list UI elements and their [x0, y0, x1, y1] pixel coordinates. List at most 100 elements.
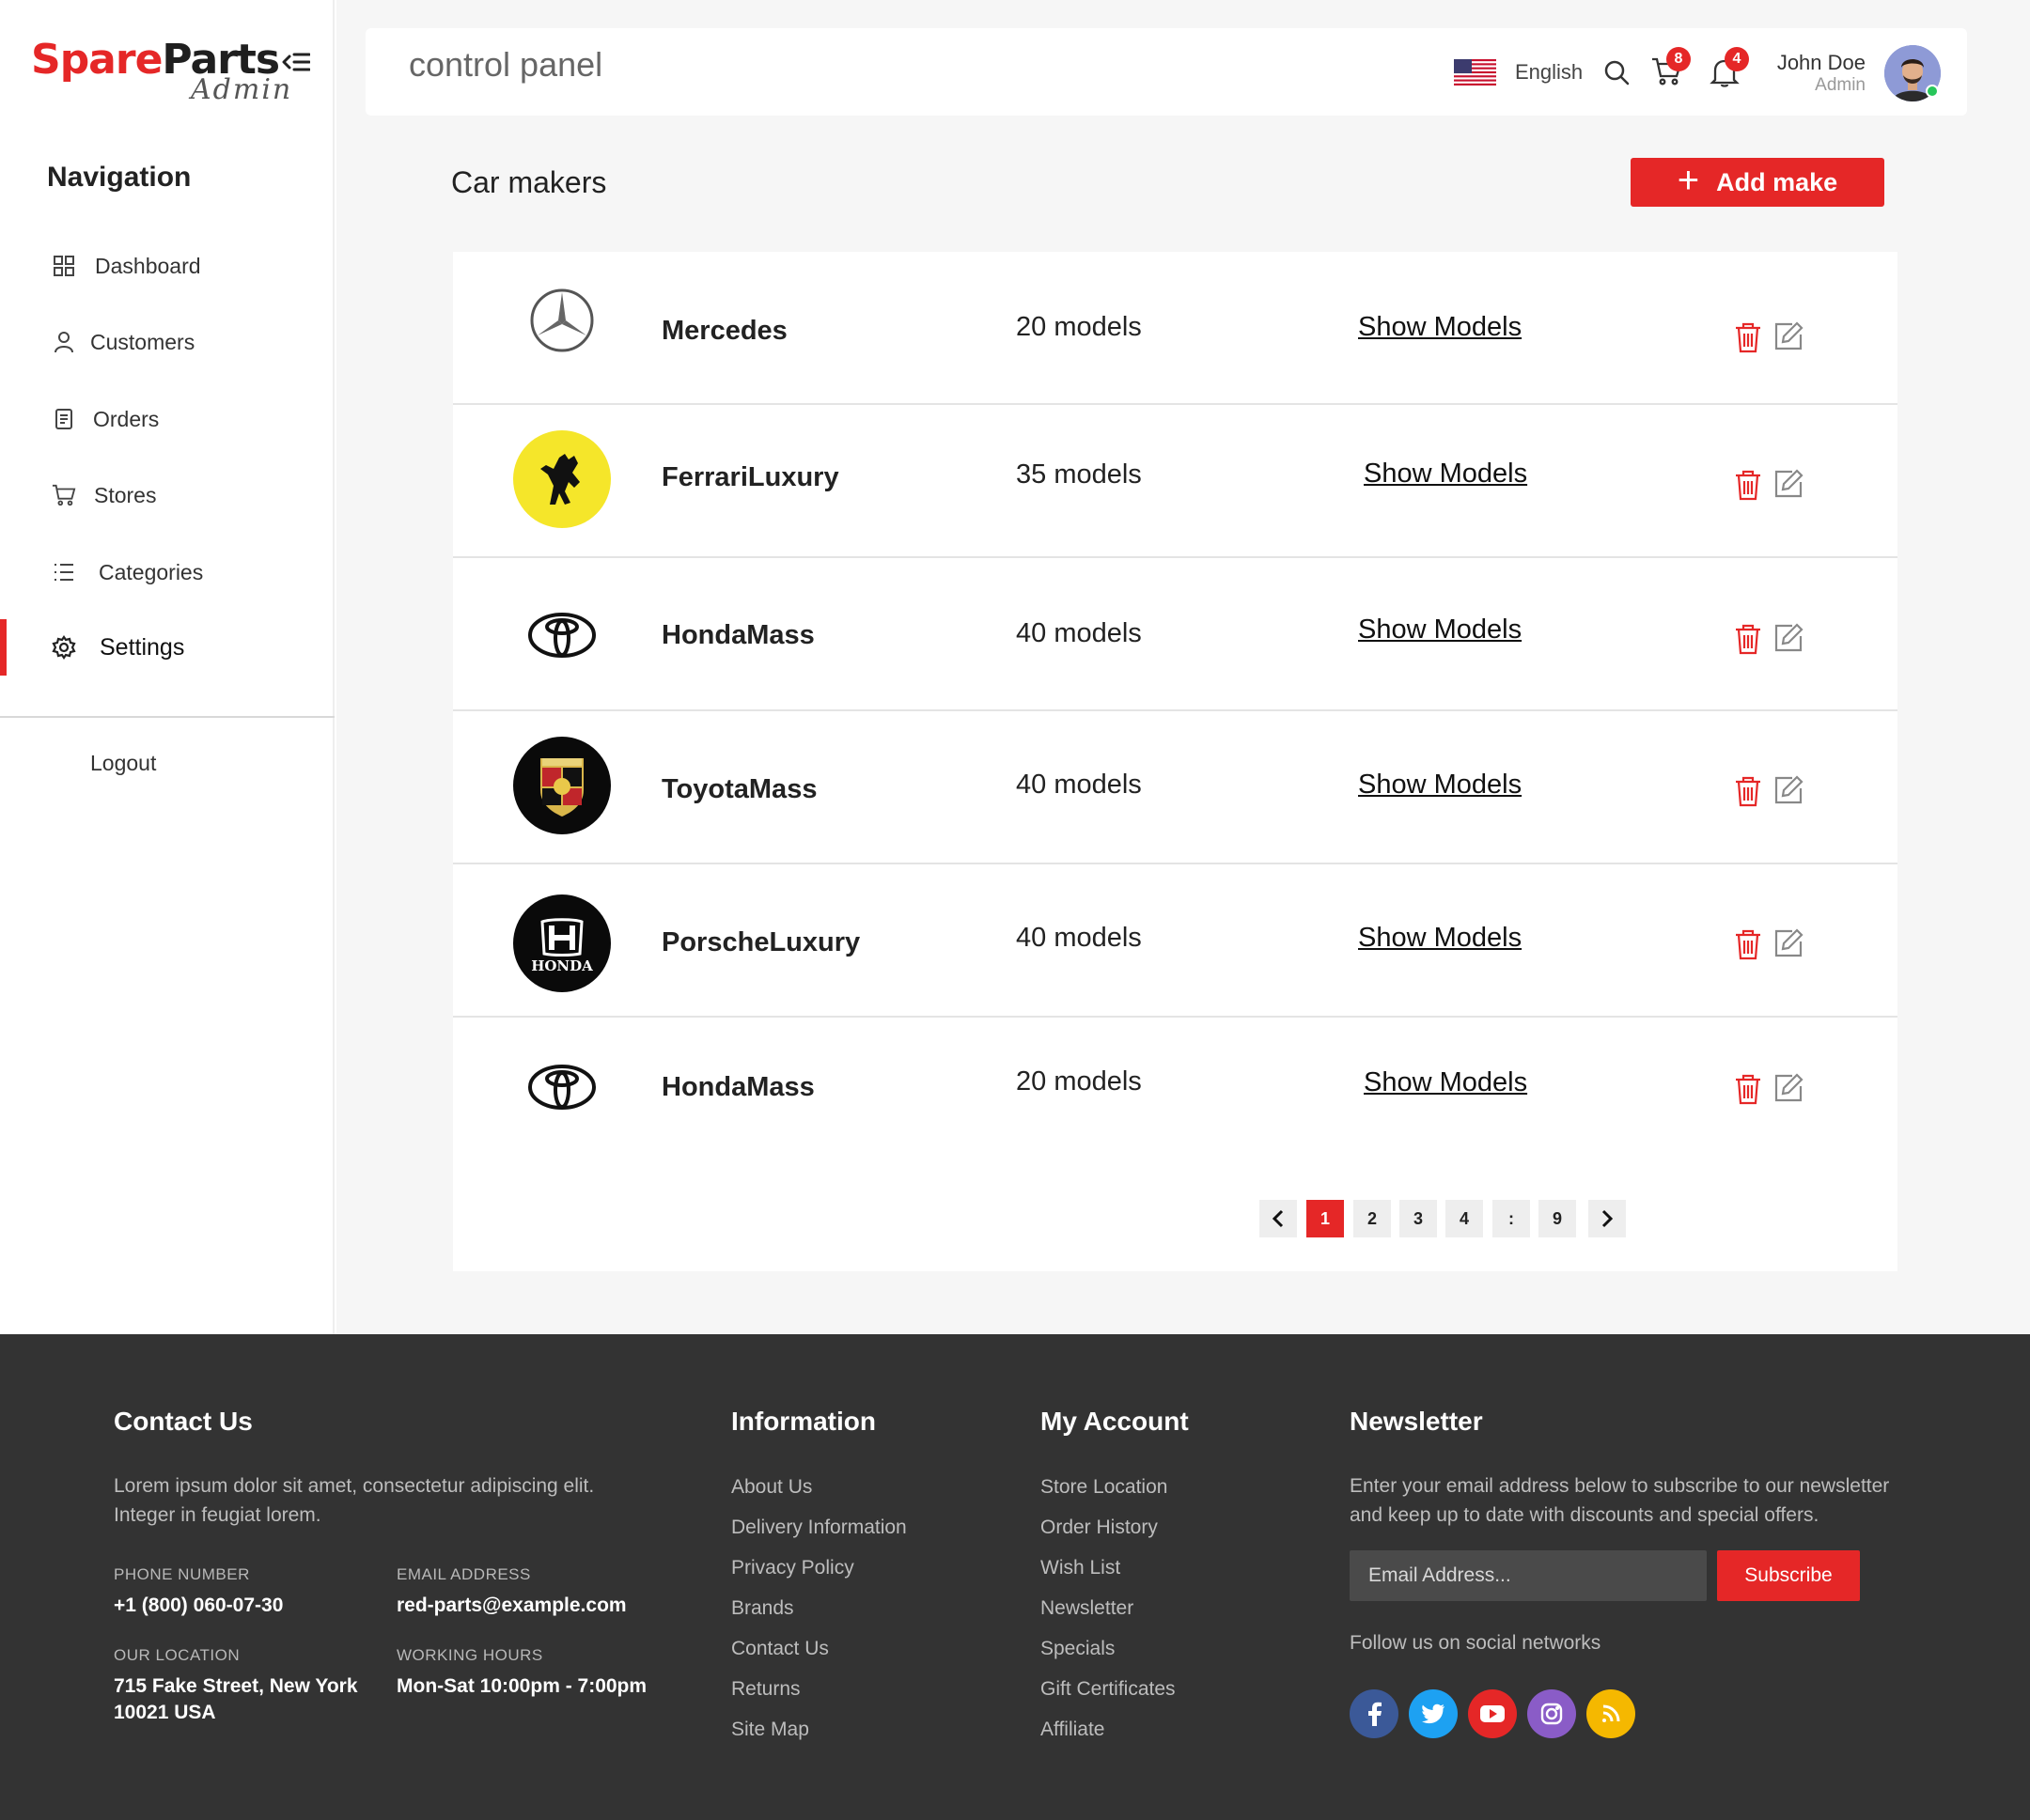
search-icon[interactable] — [1602, 58, 1634, 90]
sidebar-item-categories[interactable]: Categories — [0, 544, 335, 600]
brand-logo[interactable]: SpareParts Admin — [31, 36, 290, 106]
footer-link[interactable]: Contact Us — [731, 1638, 829, 1660]
footer: Contact Us Lorem ipsum dolor sit amet, c… — [0, 1334, 2030, 1820]
page-button-3[interactable]: 3 — [1399, 1200, 1437, 1237]
edit-icon[interactable] — [1773, 928, 1805, 960]
trash-icon[interactable] — [1733, 468, 1765, 502]
edit-icon[interactable] — [1773, 469, 1805, 501]
sidebar-item-dashboard[interactable]: Dashboard — [0, 238, 335, 294]
show-models-link[interactable]: Show Models — [1358, 312, 1522, 343]
page-button-2[interactable]: 2 — [1353, 1200, 1391, 1237]
footer-link[interactable]: Wish List — [1040, 1557, 1120, 1579]
make-name: HondaMass — [662, 1072, 815, 1102]
models-count: 40 models — [1016, 618, 1142, 648]
subscribe-button[interactable]: Subscribe — [1717, 1550, 1860, 1601]
show-models-link[interactable]: Show Models — [1358, 770, 1522, 801]
gear-icon — [52, 635, 76, 660]
footer-link[interactable]: Store Location — [1040, 1476, 1167, 1499]
us-flag-icon[interactable] — [1454, 59, 1496, 86]
youtube-icon[interactable] — [1468, 1689, 1517, 1738]
sidebar-item-settings[interactable]: Settings — [0, 619, 335, 676]
phone-value: +1 (800) 060-07-30 — [114, 1594, 284, 1616]
sidebar-item-customers[interactable]: Customers — [0, 314, 335, 370]
user-icon — [52, 330, 76, 354]
prev-page-button[interactable] — [1259, 1200, 1297, 1237]
user-name[interactable]: John Doe — [1772, 51, 1866, 75]
page-button-1[interactable]: 1 — [1306, 1200, 1344, 1237]
twitter-icon[interactable] — [1409, 1689, 1458, 1738]
trash-icon[interactable] — [1733, 1072, 1765, 1106]
models-count: 40 models — [1016, 770, 1142, 800]
footer-link[interactable]: Specials — [1040, 1638, 1115, 1660]
control-panel-title: control panel — [409, 45, 603, 84]
honda-logo-text: HONDA — [531, 957, 593, 974]
logout-link[interactable]: Logout — [90, 751, 156, 776]
rss-icon[interactable] — [1586, 1689, 1635, 1738]
cart-icon — [52, 483, 76, 507]
edit-icon[interactable] — [1773, 321, 1805, 353]
porsche-logo — [511, 735, 613, 836]
trash-icon[interactable] — [1733, 927, 1765, 961]
hours-label: WORKING HOURS — [397, 1646, 543, 1664]
sidebar-item-orders[interactable]: Orders — [0, 391, 335, 447]
page-button-9[interactable]: 9 — [1538, 1200, 1576, 1237]
table-row: Mercedes 20 models Show Models — [453, 252, 1897, 405]
make-name: FerrariLuxury — [662, 462, 839, 492]
sidebar-item-stores[interactable]: Stores — [0, 467, 335, 523]
footer-link[interactable]: Returns — [731, 1678, 801, 1701]
footer-link[interactable]: Privacy Policy — [731, 1557, 854, 1579]
trash-icon[interactable] — [1733, 622, 1765, 656]
footer-link[interactable]: Delivery Information — [731, 1517, 907, 1539]
edit-icon[interactable] — [1773, 623, 1805, 655]
car-makers-table: Mercedes 20 models Show Models FerrariLu… — [453, 252, 1897, 1271]
facebook-icon[interactable] — [1350, 1689, 1398, 1738]
language-selector[interactable]: English — [1515, 60, 1583, 85]
location-value: 715 Fake Street, New York — [114, 1675, 358, 1697]
trash-icon[interactable] — [1733, 774, 1765, 808]
edit-icon[interactable] — [1773, 1073, 1805, 1105]
sidebar-item-label: Dashboard — [95, 253, 201, 278]
footer-link[interactable]: Brands — [731, 1597, 794, 1620]
page-button-4[interactable]: 4 — [1445, 1200, 1483, 1237]
newsletter-email-input[interactable] — [1350, 1550, 1707, 1601]
add-make-button[interactable]: + Add make — [1631, 158, 1884, 207]
sidebar-divider — [0, 716, 335, 718]
footer-link[interactable]: About Us — [731, 1476, 812, 1499]
newsletter-text: Enter your email address below to subscr… — [1350, 1475, 1890, 1497]
make-name: ToyotaMass — [662, 774, 818, 804]
menu-collapse-icon[interactable] — [282, 52, 311, 76]
location-value: 10021 USA — [114, 1702, 216, 1723]
footer-link[interactable]: Site Map — [731, 1719, 809, 1741]
make-name: Mercedes — [662, 316, 788, 346]
show-models-link[interactable]: Show Models — [1358, 923, 1522, 954]
footer-link[interactable]: Affiliate — [1040, 1719, 1105, 1741]
ferrari-logo — [511, 428, 613, 530]
sidebar-item-label: Customers — [90, 329, 195, 354]
footer-link[interactable]: Newsletter — [1040, 1597, 1133, 1620]
models-count: 20 models — [1016, 1066, 1142, 1097]
list-icon — [52, 560, 76, 584]
online-status-dot — [1926, 85, 1939, 98]
grid-icon — [52, 254, 76, 278]
sidebar-item-label: Stores — [94, 482, 157, 507]
user-role: Admin — [1815, 75, 1866, 95]
show-models-link[interactable]: Show Models — [1364, 1067, 1527, 1098]
show-models-link[interactable]: Show Models — [1358, 614, 1522, 646]
nav-title: Navigation — [47, 162, 192, 193]
footer-contact-text: Integer in feugiat lorem. — [114, 1504, 321, 1526]
table-row: HONDA PorscheLuxury 40 models Show Model… — [453, 864, 1897, 1018]
email-value[interactable]: red-parts@example.com — [397, 1593, 627, 1619]
table-row: ToyotaMass 40 models Show Models — [453, 711, 1897, 864]
footer-link[interactable]: Order History — [1040, 1517, 1158, 1539]
models-count: 40 models — [1016, 923, 1142, 953]
footer-link[interactable]: Gift Certificates — [1040, 1678, 1176, 1701]
notification-badge: 4 — [1725, 47, 1749, 71]
next-page-button[interactable] — [1588, 1200, 1626, 1237]
instagram-icon[interactable] — [1527, 1689, 1576, 1738]
trash-icon[interactable] — [1733, 320, 1765, 354]
document-icon — [52, 407, 76, 431]
edit-icon[interactable] — [1773, 775, 1805, 807]
follow-text: Follow us on social networks — [1350, 1632, 1601, 1654]
chevron-right-icon — [1601, 1209, 1614, 1228]
show-models-link[interactable]: Show Models — [1364, 459, 1527, 490]
